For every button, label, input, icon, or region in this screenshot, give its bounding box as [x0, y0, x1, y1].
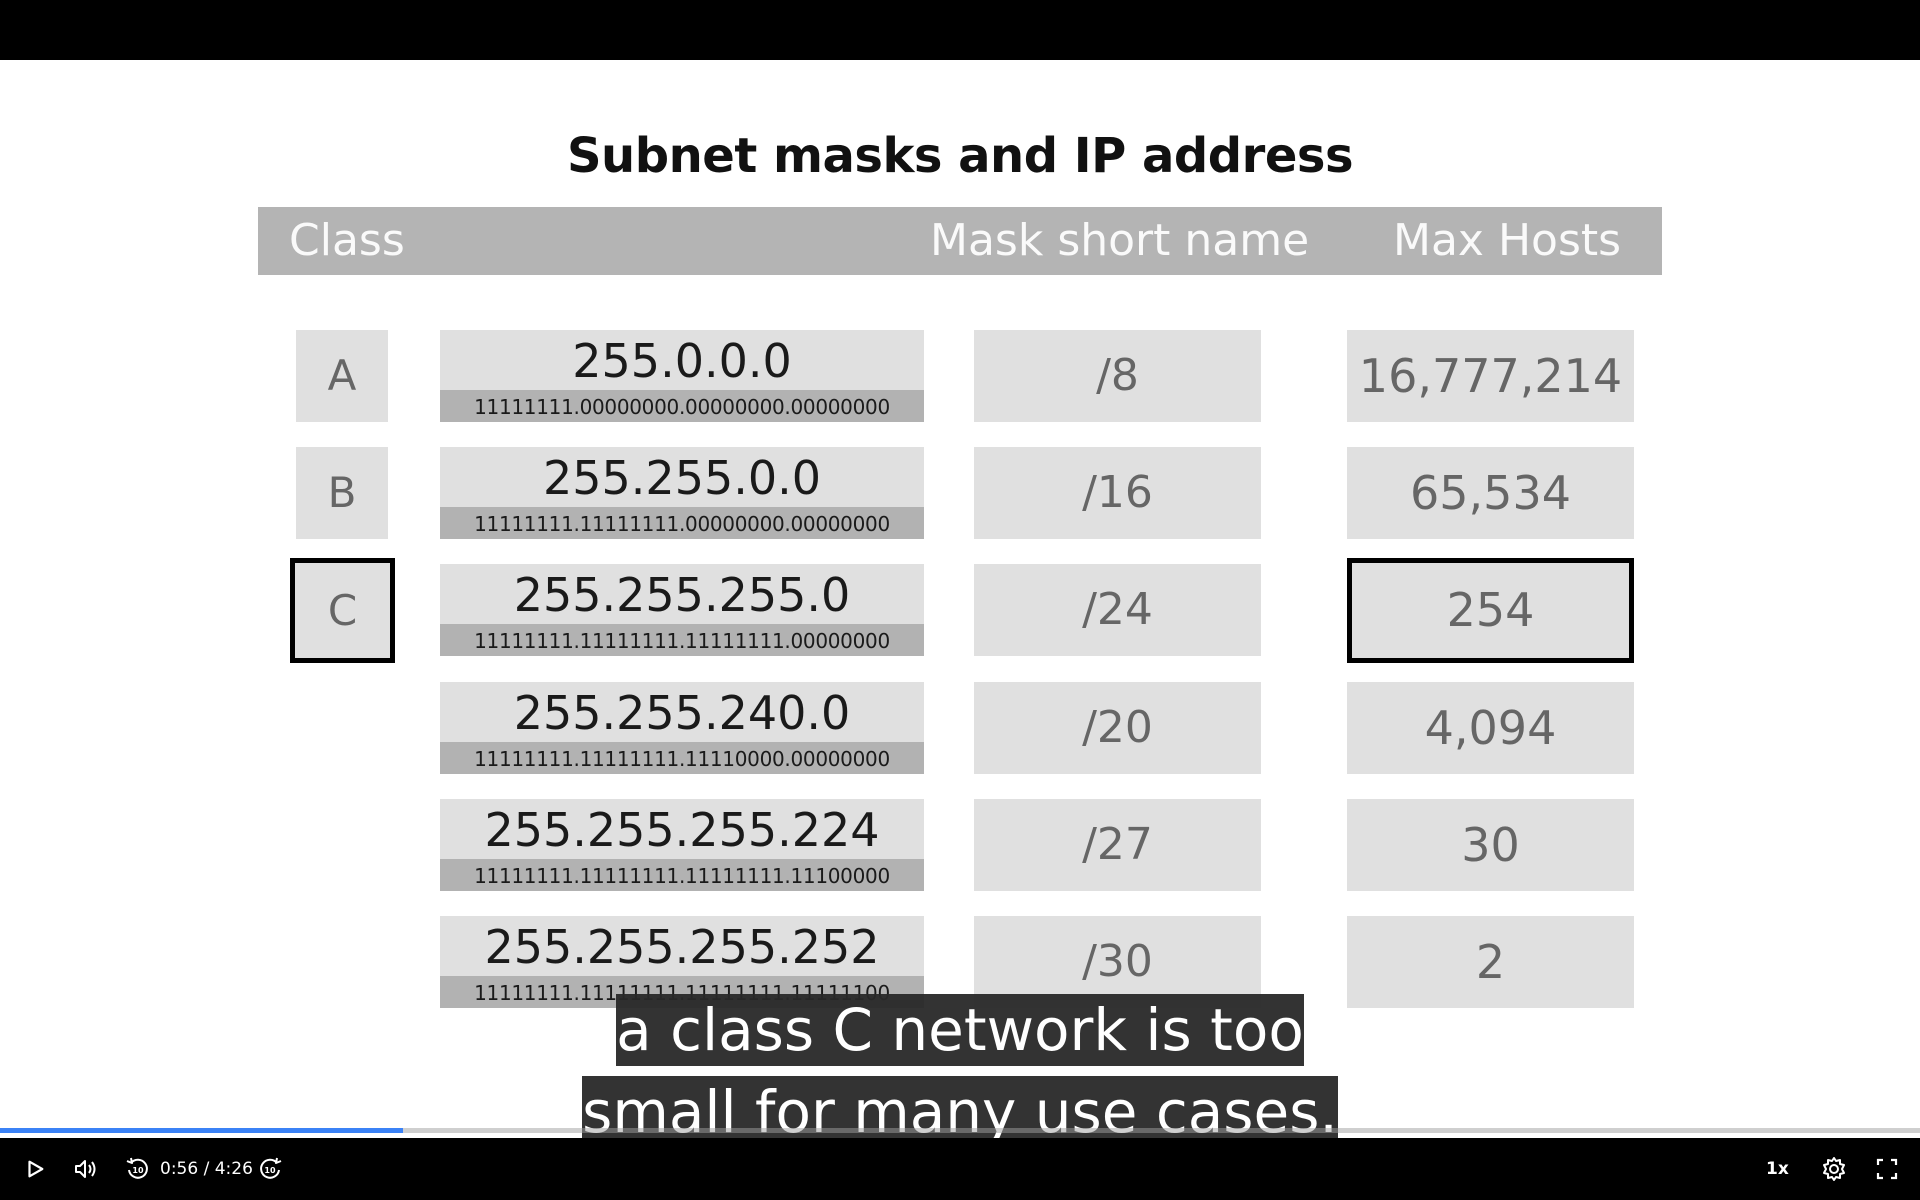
max-hosts-cell: 16,777,214	[1347, 330, 1634, 422]
progress-bar[interactable]	[0, 1128, 1920, 1133]
slide-title: Subnet masks and IP address	[566, 128, 1354, 184]
mask-value: 255.255.0.0	[543, 451, 821, 505]
time-separator: /	[203, 1159, 210, 1179]
mask-binary: 11111111.11111111.11110000.00000000	[440, 742, 924, 774]
current-time: 0:56	[160, 1159, 199, 1179]
max-hosts-cell: 30	[1347, 799, 1634, 891]
forward-10-icon: 10	[260, 1157, 282, 1179]
playback-speed-button[interactable]: 1x	[1766, 1138, 1789, 1200]
mask-short-name-cell: /24	[974, 564, 1261, 656]
video-frame[interactable]: Subnet masks and IP address Class Mask s…	[0, 60, 1920, 1138]
mask-short-name-cell: /16	[974, 447, 1261, 539]
volume-icon	[75, 1160, 96, 1178]
rewind-10-button[interactable]: 10	[122, 1138, 154, 1200]
svg-text:10: 10	[132, 1166, 144, 1175]
settings-button[interactable]	[1817, 1138, 1851, 1200]
forward-10-button[interactable]: 10	[254, 1138, 286, 1200]
max-hosts-cell-highlighted: 254	[1347, 558, 1634, 663]
fullscreen-icon	[1876, 1158, 1898, 1180]
progress-fill	[0, 1128, 404, 1133]
player-controls: 10 0:56 / 4:26 10 1x	[0, 1138, 1920, 1200]
svg-text:10: 10	[264, 1166, 276, 1175]
mask-value: 255.255.255.224	[484, 803, 880, 857]
duration: 4:26	[214, 1159, 253, 1179]
mask-cell: 255.255.255.224 11111111.11111111.111111…	[440, 799, 924, 891]
caption-text: a class C network is too	[616, 994, 1304, 1066]
mask-value: 255.255.255.0	[513, 568, 851, 622]
mask-value: 255.255.255.252	[484, 920, 880, 974]
mask-value: 255.0.0.0	[572, 334, 792, 388]
mask-binary: 11111111.11111111.11111111.11100000	[440, 859, 924, 891]
mask-binary: 11111111.11111111.00000000.00000000	[440, 507, 924, 539]
class-cell-c: C	[290, 558, 395, 663]
time-display: 0:56 / 4:26	[160, 1138, 253, 1200]
mask-short-name-cell: /8	[974, 330, 1261, 422]
mask-cell: 255.255.255.0 11111111.11111111.11111111…	[440, 564, 924, 656]
mask-value: 255.255.240.0	[513, 686, 851, 740]
rewind-10-icon: 10	[126, 1157, 148, 1179]
header-max-hosts: Max Hosts	[1393, 215, 1622, 266]
max-hosts-cell: 65,534	[1347, 447, 1634, 539]
max-hosts-cell: 2	[1347, 916, 1634, 1008]
class-cell-a: A	[296, 330, 388, 422]
fullscreen-button[interactable]	[1870, 1138, 1904, 1200]
class-cell-b: B	[296, 447, 388, 539]
caption-line-1: a class C network is too	[0, 994, 1920, 1076]
table-header: Class Mask short name Max Hosts	[258, 207, 1662, 275]
mask-cell: 255.0.0.0 11111111.00000000.00000000.000…	[440, 330, 924, 422]
mask-short-name-cell: /20	[974, 682, 1261, 774]
gear-icon	[1823, 1157, 1845, 1181]
mask-binary: 11111111.11111111.11111111.00000000	[440, 624, 924, 656]
mask-short-name-cell: /27	[974, 799, 1261, 891]
play-button[interactable]	[16, 1138, 54, 1200]
play-icon	[28, 1160, 44, 1178]
mask-cell: 255.255.240.0 11111111.11111111.11110000…	[440, 682, 924, 774]
mask-cell: 255.255.0.0 11111111.11111111.00000000.0…	[440, 447, 924, 539]
mask-binary: 11111111.00000000.00000000.00000000	[440, 390, 924, 422]
max-hosts-cell: 4,094	[1347, 682, 1634, 774]
header-class: Class	[289, 215, 405, 266]
header-mask-short-name: Mask short name	[930, 215, 1310, 266]
volume-button[interactable]	[66, 1138, 106, 1200]
